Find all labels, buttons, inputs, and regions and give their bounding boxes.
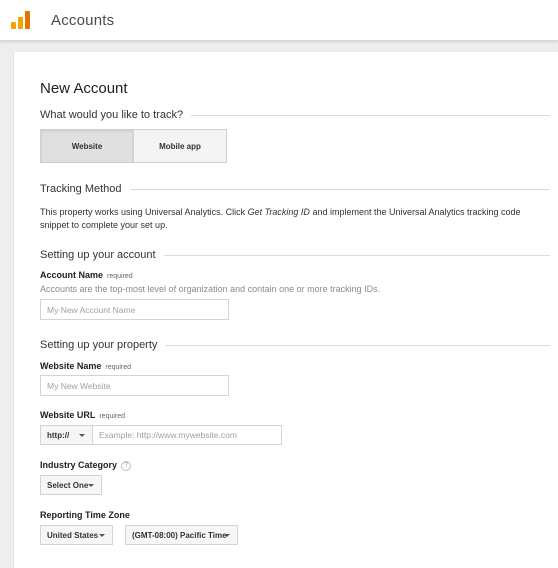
track-section-heading: What would you like to track? xyxy=(40,109,550,121)
mobile-app-option-button[interactable]: Mobile app xyxy=(134,130,226,162)
country-value: United States xyxy=(47,530,99,540)
track-heading-text: What would you like to track? xyxy=(40,109,184,121)
top-bar: Accounts xyxy=(0,0,558,41)
required-badge: required xyxy=(99,413,126,420)
website-name-input[interactable]: My New Website xyxy=(40,375,229,396)
property-heading-text: Setting up your property xyxy=(40,339,158,351)
chevron-down-icon xyxy=(88,484,94,487)
website-option-button[interactable]: Website xyxy=(41,130,134,162)
protocol-select[interactable]: http:// xyxy=(40,425,93,445)
tracking-method-description: This property works using Universal Anal… xyxy=(40,206,552,232)
country-select[interactable]: United States xyxy=(40,525,113,545)
description-text: This property works using Universal Anal… xyxy=(40,207,248,217)
required-badge: required xyxy=(105,364,132,371)
divider xyxy=(191,114,550,116)
website-url-input[interactable]: Example: http://www.mywebsite.com xyxy=(92,425,282,445)
protocol-value: http:// xyxy=(47,430,70,440)
account-heading-text: Setting up your account xyxy=(40,249,156,261)
reporting-time-zone-label: Reporting Time Zone xyxy=(40,510,130,520)
app-title: Accounts xyxy=(51,12,115,29)
get-tracking-id-text: Get Tracking ID xyxy=(247,207,310,217)
time-zone-select[interactable]: (GMT-08:00) Pacific Time xyxy=(125,525,238,545)
industry-value: Select One xyxy=(47,480,89,490)
chevron-down-icon xyxy=(99,534,105,537)
help-icon[interactable]: ? xyxy=(121,460,132,471)
account-name-label-text: Account Name xyxy=(40,270,104,280)
track-type-toggle: Website Mobile app xyxy=(40,129,227,163)
industry-label-text: Industry Category xyxy=(40,460,118,470)
chevron-down-icon xyxy=(79,434,85,437)
page-title: New Account xyxy=(40,80,128,97)
time-zone-value: (GMT-08:00) Pacific Time xyxy=(132,530,227,540)
website-url-label: Website URL required xyxy=(40,410,125,420)
industry-category-label: Industry Category? xyxy=(40,460,132,471)
industry-category-select[interactable]: Select One xyxy=(40,475,102,495)
divider xyxy=(129,188,550,190)
website-name-placeholder: My New Website xyxy=(47,380,111,391)
website-name-label: Website Name required xyxy=(40,361,131,371)
account-name-input[interactable]: My New Account Name xyxy=(40,299,229,320)
required-badge: required xyxy=(107,273,133,280)
account-name-placeholder: My New Account Name xyxy=(47,304,136,315)
account-name-label: Account Name required xyxy=(40,270,133,280)
divider xyxy=(165,344,550,346)
divider xyxy=(163,254,550,256)
account-section-heading: Setting up your account xyxy=(40,249,550,261)
account-help-text: Accounts are the top-most level of organ… xyxy=(40,284,381,294)
website-url-label-text: Website URL xyxy=(40,410,96,420)
tracking-method-heading: Tracking Method xyxy=(40,183,550,195)
analytics-logo-icon[interactable] xyxy=(11,11,31,29)
tracking-method-heading-text: Tracking Method xyxy=(40,183,122,195)
chevron-down-icon xyxy=(224,534,230,537)
property-section-heading: Setting up your property xyxy=(40,339,550,351)
website-name-label-text: Website Name xyxy=(40,361,102,371)
website-url-placeholder: Example: http://www.mywebsite.com xyxy=(99,430,237,440)
